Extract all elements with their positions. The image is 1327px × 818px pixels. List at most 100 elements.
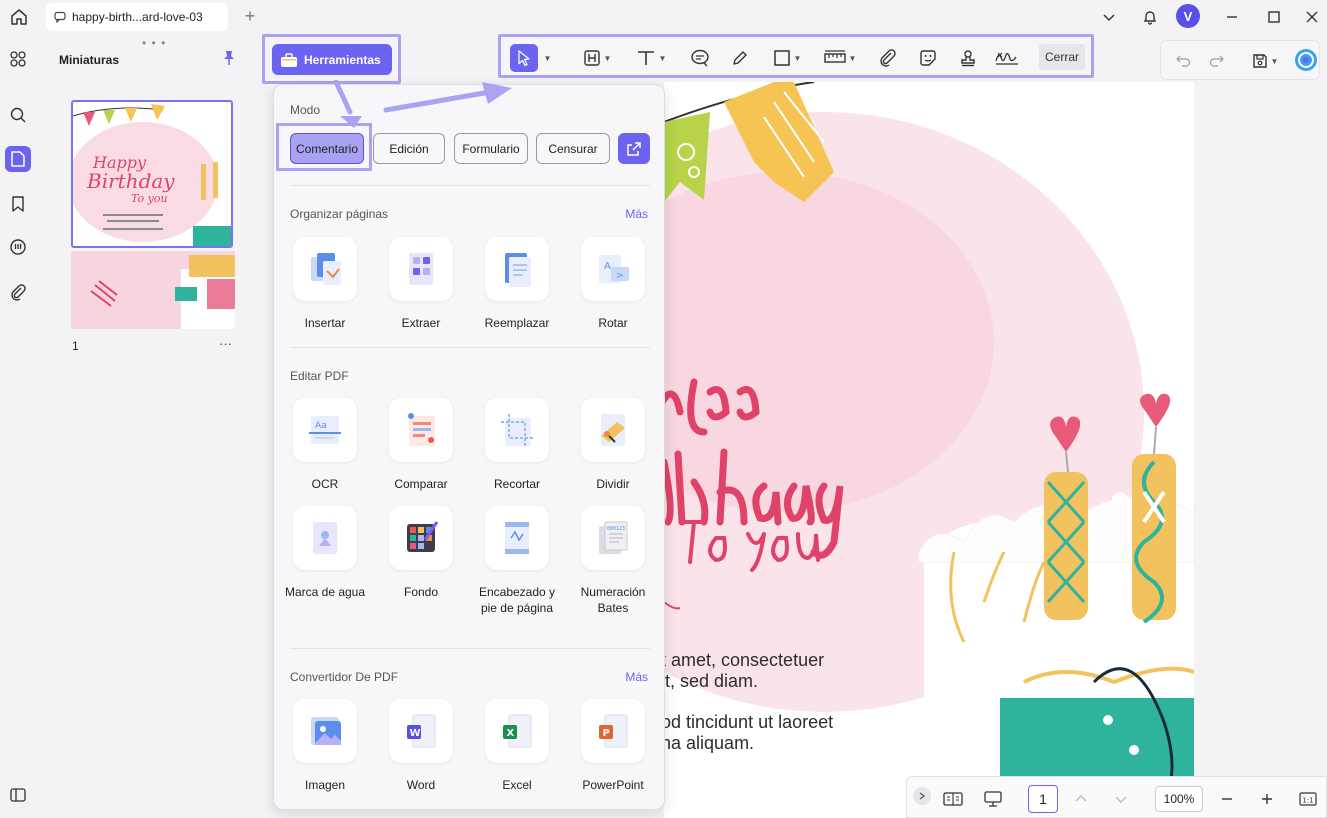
converter-more-link[interactable]: Más — [625, 670, 648, 684]
toolbox-icon — [281, 52, 297, 67]
tool-background-label: Fondo — [403, 585, 439, 599]
tool-to-word[interactable]: W Word — [376, 699, 466, 793]
measure-tool-button[interactable]: ▼ — [819, 45, 861, 71]
select-tool-caret[interactable]: ▼ — [539, 45, 553, 71]
rotate-pages-icon: A> — [599, 255, 629, 283]
close-icon[interactable] — [1300, 5, 1324, 29]
mode-title: Modo — [290, 103, 321, 117]
presentation-icon[interactable] — [981, 786, 1005, 812]
tool-watermark[interactable]: Marca de agua — [280, 506, 370, 600]
bookmark-icon[interactable] — [5, 191, 31, 217]
converter-title: Convertidor De PDF — [290, 670, 399, 684]
chevron-down-icon[interactable] — [1097, 5, 1121, 29]
panel-toggle-icon[interactable] — [5, 782, 31, 808]
select-tool-button[interactable] — [510, 44, 538, 72]
right-tools-group: ▼ — [1160, 40, 1320, 80]
tool-insert[interactable]: Insertar — [280, 237, 370, 331]
tool-to-image-label: Imagen — [304, 778, 346, 792]
ai-assistant-icon[interactable] — [1293, 47, 1319, 73]
tool-header-footer[interactable]: Encabezado y pie de página — [472, 506, 562, 616]
page-number-input[interactable]: 1 — [1028, 785, 1058, 813]
svg-text:000123: 000123 — [607, 526, 625, 532]
tab-title: happy-birth...ard-love-03 — [72, 10, 203, 24]
sticker-icon — [920, 50, 936, 66]
document-tab[interactable]: happy-birth...ard-love-03 — [46, 3, 228, 31]
thumbnail-panel: • • • Miniaturas Happy Birthday To you 1… — [44, 34, 262, 818]
previous-page-icon[interactable] — [1071, 786, 1091, 812]
compare-icon — [408, 413, 435, 446]
drag-handle-icon[interactable]: • • • — [142, 36, 166, 50]
maximize-icon[interactable] — [1262, 5, 1286, 29]
page-thumbnail[interactable]: Happy Birthday To you — [71, 100, 233, 248]
insert-pages-icon — [311, 253, 341, 285]
pencil-icon — [733, 51, 747, 65]
close-toolbar-button[interactable]: Cerrar — [1039, 44, 1085, 70]
signature-tool-button[interactable] — [991, 45, 1023, 71]
tool-bates[interactable]: 000123 Numeración Bates — [568, 506, 658, 616]
pencil-tool-button[interactable] — [727, 45, 753, 71]
open-external-button[interactable] — [618, 133, 650, 164]
note-tool-button[interactable] — [687, 45, 713, 71]
tool-rotate-label: Rotar — [598, 316, 628, 330]
tool-insert-label: Insertar — [304, 316, 346, 330]
bell-icon[interactable] — [1138, 5, 1162, 29]
highlight-icon — [583, 50, 600, 66]
tool-rotate[interactable]: A > Rotar — [568, 237, 658, 331]
tools-button[interactable]: Herramientas — [272, 44, 392, 75]
svg-text:>: > — [616, 271, 624, 281]
highlight-tool-button[interactable]: ▼ — [579, 45, 615, 71]
mode-redact-button[interactable]: Censurar — [536, 133, 610, 164]
redo-icon[interactable] — [1205, 48, 1229, 74]
search-icon[interactable] — [5, 102, 31, 128]
zoom-level[interactable]: 100% — [1155, 786, 1203, 812]
tool-to-powerpoint-label: PowerPoint — [582, 778, 644, 792]
tool-split[interactable]: Dividir — [568, 398, 658, 492]
minimize-icon[interactable] — [1220, 5, 1244, 29]
status-bar: 1 100% 1:1 — [906, 776, 1327, 818]
tool-extract[interactable]: Extraer — [376, 237, 466, 331]
save-menu-button[interactable]: ▼ — [1247, 48, 1283, 74]
stamp-icon — [961, 50, 975, 67]
thumbnail-more-button[interactable]: ··· — [219, 336, 232, 351]
ocr-icon: Aa — [309, 416, 341, 444]
chevron-right-icon[interactable] — [913, 787, 931, 805]
svg-text:1:1: 1:1 — [1302, 797, 1313, 805]
tool-ocr[interactable]: Aa OCR — [280, 398, 370, 492]
tool-bates-label: Numeración Bates — [580, 585, 646, 615]
shape-tool-button[interactable]: ▼ — [767, 45, 807, 71]
tool-compare[interactable]: Comparar — [376, 398, 466, 492]
pin-icon[interactable] — [222, 50, 236, 69]
svg-text:Birthday: Birthday — [86, 169, 175, 193]
attach-tool-button[interactable] — [875, 45, 901, 71]
replace-pages-icon — [505, 253, 531, 287]
zoom-in-icon[interactable] — [1257, 786, 1277, 812]
page-icon[interactable] — [5, 146, 31, 172]
actual-size-icon[interactable]: 1:1 — [1297, 786, 1319, 812]
comments-icon[interactable] — [5, 234, 31, 260]
tool-to-excel[interactable]: X Excel — [472, 699, 562, 793]
page-layout-icon[interactable] — [941, 786, 965, 812]
rectangle-icon — [773, 50, 790, 66]
apps-grid-icon[interactable] — [5, 46, 31, 72]
attachment-icon[interactable] — [5, 279, 31, 305]
avatar[interactable]: V — [1176, 4, 1200, 28]
next-page-icon[interactable] — [1111, 786, 1131, 812]
zoom-out-icon[interactable] — [1217, 786, 1237, 812]
svg-text:X: X — [507, 728, 515, 739]
document-text-line-4: na aliquam. — [664, 733, 755, 753]
document-page[interactable]: t amet, consectetuer it, sed diam. od ti… — [664, 82, 1194, 818]
tool-crop[interactable]: Recortar — [472, 398, 562, 492]
home-icon[interactable] — [8, 6, 30, 28]
organize-more-link[interactable]: Más — [625, 207, 648, 221]
undo-icon[interactable] — [1171, 48, 1195, 74]
text-tool-button[interactable]: ▼ — [631, 45, 671, 71]
sticker-tool-button[interactable] — [915, 45, 941, 71]
tool-to-image[interactable]: Imagen — [280, 699, 370, 793]
new-tab-button[interactable]: + — [240, 6, 260, 26]
tool-to-powerpoint[interactable]: P PowerPoint — [568, 699, 658, 793]
word-icon: W — [407, 714, 436, 748]
tool-replace[interactable]: Reemplazar — [472, 237, 562, 331]
cursor-icon — [518, 50, 530, 66]
tool-background[interactable]: Fondo — [376, 506, 466, 600]
stamp-tool-button[interactable] — [955, 45, 981, 71]
